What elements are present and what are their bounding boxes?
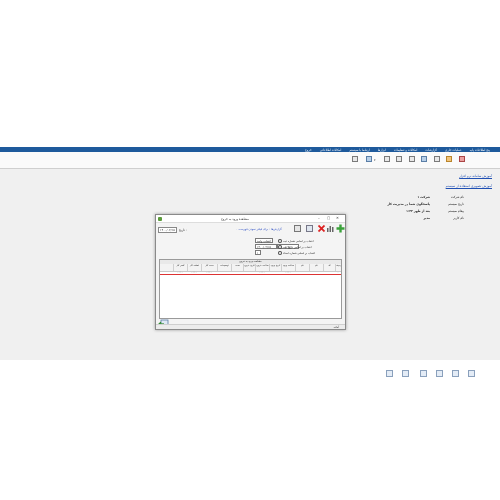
table-cell [295,271,309,274]
table-cell: ۰۰:۰۰ [206,271,212,274]
attendance-grid[interactable]: مشاهده ورود به خروج ردیف کد نام نام ساعت ورو… [159,259,342,319]
column-header[interactable]: نام [309,264,323,271]
exit-icon[interactable] [386,370,394,378]
radio-label: انتخاب بر اساس تاریخ ثبت [283,245,312,249]
export-icon[interactable] [434,156,441,163]
info-value: پاسخگوی شما در مدیریت کار [387,202,430,206]
save-icon[interactable] [384,156,391,163]
column-header[interactable]: نام [295,264,309,271]
print-icon[interactable]: ▾ [366,156,376,163]
link-training[interactable]: آموزش سامانه نرم افزار [459,174,492,178]
table-cell [309,271,323,274]
info-value: مدیر [423,216,430,220]
app-icon [158,216,162,221]
status-text: آماده [333,325,339,329]
print-icon[interactable] [305,224,314,233]
table-row[interactable]: ۰ ۰۰:۰۰ ۰۰:۰۰ ۰۰:۰۰ ۰۰:۰۰ ۰۰:۰۰ [160,271,341,275]
chevron-down-icon[interactable]: ▾ [374,158,376,162]
date-field[interactable]: ۱۴۰۰/۰۲/۱۵ [158,227,177,233]
column-header[interactable]: اضافه کار [187,264,201,271]
table-cell [269,271,281,274]
column-header[interactable]: تاریخ ورود [269,264,281,271]
info-system-message: پیغام سیستم ۱:۳۳ بعد از ظهر [406,209,464,213]
table-cell: ۰ [337,271,339,274]
table-cell [231,271,243,274]
column-header[interactable]: ساعت ورود [281,264,295,271]
table-cell: ۰۰:۰۰ [191,271,197,274]
table-cell [323,271,335,274]
radio-dot[interactable] [278,245,282,249]
column-header[interactable]: توضیحات [217,264,231,271]
column-header[interactable]: کد [323,264,335,271]
delete-icon[interactable] [317,224,326,233]
from-date-field[interactable]: ۱۴۰۰/۰۲/۱۵ [255,244,277,249]
menu-item-tools[interactable]: ابزارها [378,148,386,152]
table-icon[interactable] [468,370,476,378]
info-value: ۱:۳۳ بعد از ظهر [406,209,430,213]
close-icon[interactable]: ✕ [336,216,339,220]
report-icon[interactable] [436,370,444,378]
chart-icon[interactable] [326,224,335,233]
filter-link[interactable]: ۰ گزارش‌ها : برای فیلتر نمودن فهرست [236,227,282,231]
list-icon[interactable] [409,156,416,163]
radio-label: انتخاب بر اساس شماره اسناد [283,251,316,255]
menu-item-operations[interactable]: عملیات جاری [445,148,462,152]
info-label: تاریخ سیستم [448,202,464,206]
dialog-title: مشاهده ورود به خروج [221,216,249,221]
window-icon[interactable] [402,370,410,378]
column-header[interactable]: ساعت خروج [255,264,269,271]
maximize-icon[interactable]: ▢ [327,216,330,220]
table-cell [243,271,255,274]
add-icon[interactable] [336,224,345,233]
table-cell: ۰۰:۰۰ [177,271,183,274]
exit-icon[interactable] [352,156,359,163]
report-icon[interactable] [293,224,302,233]
column-header[interactable]: ردیف [335,264,341,271]
radio-dot[interactable] [278,239,282,243]
info-label: نام کاربر [453,216,464,220]
tools-icon[interactable] [459,156,466,163]
table-cell: ۰۰:۰۰ [285,271,291,274]
search-input[interactable]: انتخاب واحد [255,238,273,243]
grid-icon[interactable] [420,370,428,378]
radio-by-number[interactable]: انتخاب بر اساس شماره ثبت [278,239,314,243]
dialog-titlebar: مشاهده ورود به خروج – ▢ ✕ [156,215,345,223]
menu-item-settings[interactable]: امکانات و تنظیمات [394,148,418,152]
link-video-training[interactable]: آموزش تصویری استفاده از سیستم [446,184,492,188]
minimize-icon[interactable]: – [318,216,320,220]
column-header[interactable]: تاریخ خروج [243,264,255,271]
column-header[interactable]: مدت کار [201,264,217,271]
radio-by-date[interactable]: انتخاب بر اساس تاریخ ثبت [278,245,312,249]
date-label: تاریخ : [178,228,187,232]
info-system-date: تاریخ سیستم پاسخگوی شما در مدیریت کار [387,202,464,206]
table-cell: ۰۰:۰۰ [259,271,265,274]
status-bar: آماده [156,324,345,329]
radio-label: انتخاب بر اساس شماره ثبت [283,239,314,243]
radio-by-document[interactable]: انتخاب بر اساس شماره اسناد [278,251,315,255]
report-icon[interactable] [421,156,428,163]
info-company: نام شرکت شرکت ۱ [417,195,464,199]
info-label: پیغام سیستم [448,209,464,213]
bottom-toolbar [386,370,480,380]
date-row: ۱۴۰۰/۰۲/۱۵ تاریخ : [158,227,187,233]
menu-item-info[interactable]: امکانات اطلاعاتی [320,148,342,152]
menu-item-reports[interactable]: گزارشات [425,148,437,152]
info-label: نام شرکت [450,195,464,199]
grid-icon[interactable] [396,156,403,163]
column-header[interactable]: مدت [231,264,243,271]
radio-dot[interactable] [278,251,282,255]
column-header[interactable]: کسر کار [173,264,187,271]
refresh-icon[interactable] [446,156,453,163]
toolbar: ▾ [0,152,500,169]
list-icon[interactable] [452,370,460,378]
attendance-dialog: مشاهده ورود به خروج – ▢ ✕ ۱۴۰۰/۰۲/۱۵ تار… [155,214,346,330]
count-field[interactable]: ۱ [255,250,261,255]
menu-item-base[interactable]: پنج اطلاعات پایه [470,148,490,152]
info-value: شرکت ۱ [417,195,430,199]
info-user: نام کاربر مدیر [423,216,464,220]
table-cell [217,271,231,274]
menu-item-exit[interactable]: خروج [305,148,312,152]
menu-item-connection[interactable]: ارتباط با سیستم [349,148,369,152]
